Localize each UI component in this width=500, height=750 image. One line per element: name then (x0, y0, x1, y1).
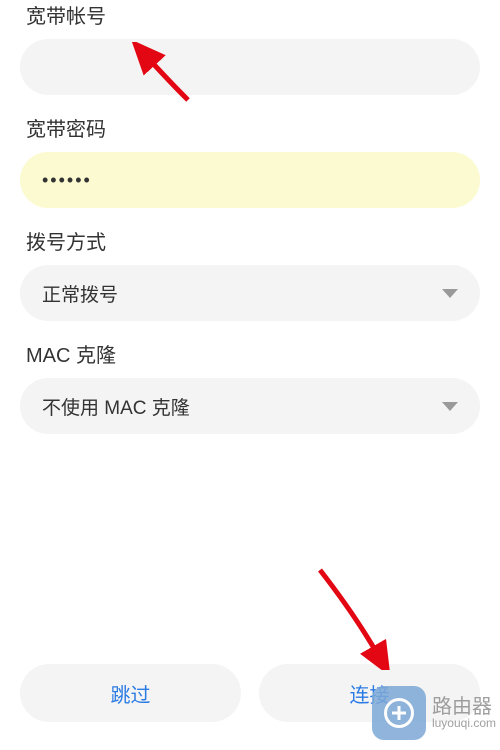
watermark-logo-icon (372, 686, 426, 740)
select-dial-method[interactable]: 正常拨号 (20, 265, 480, 321)
watermark-url: luyouqi.com (432, 717, 496, 729)
form-container: 宽带帐号 宽带密码 •••••• 拨号方式 正常拨号 MAC 克隆 不使用 MA… (0, 0, 500, 434)
watermark-text: 路由器 luyouqi.com (432, 697, 496, 729)
label-mac-clone: MAC 克隆 (26, 339, 480, 368)
label-dial-method: 拨号方式 (26, 226, 480, 255)
watermark: 路由器 luyouqi.com (372, 686, 496, 740)
arrow-annotation-icon (300, 560, 400, 670)
label-broadband-account: 宽带帐号 (26, 0, 480, 29)
input-password-value: •••••• (42, 170, 92, 191)
chevron-down-icon (442, 289, 458, 298)
chevron-down-icon (442, 402, 458, 411)
label-broadband-password: 宽带密码 (26, 113, 480, 142)
watermark-title: 路由器 (432, 697, 496, 717)
select-mac-clone-value: 不使用 MAC 克隆 (42, 393, 190, 420)
select-dial-method-value: 正常拨号 (42, 280, 118, 307)
skip-button[interactable]: 跳过 (20, 664, 241, 722)
input-broadband-password[interactable]: •••••• (20, 152, 480, 208)
select-mac-clone[interactable]: 不使用 MAC 克隆 (20, 378, 480, 434)
skip-button-label: 跳过 (111, 679, 151, 708)
input-broadband-account[interactable] (20, 39, 480, 95)
